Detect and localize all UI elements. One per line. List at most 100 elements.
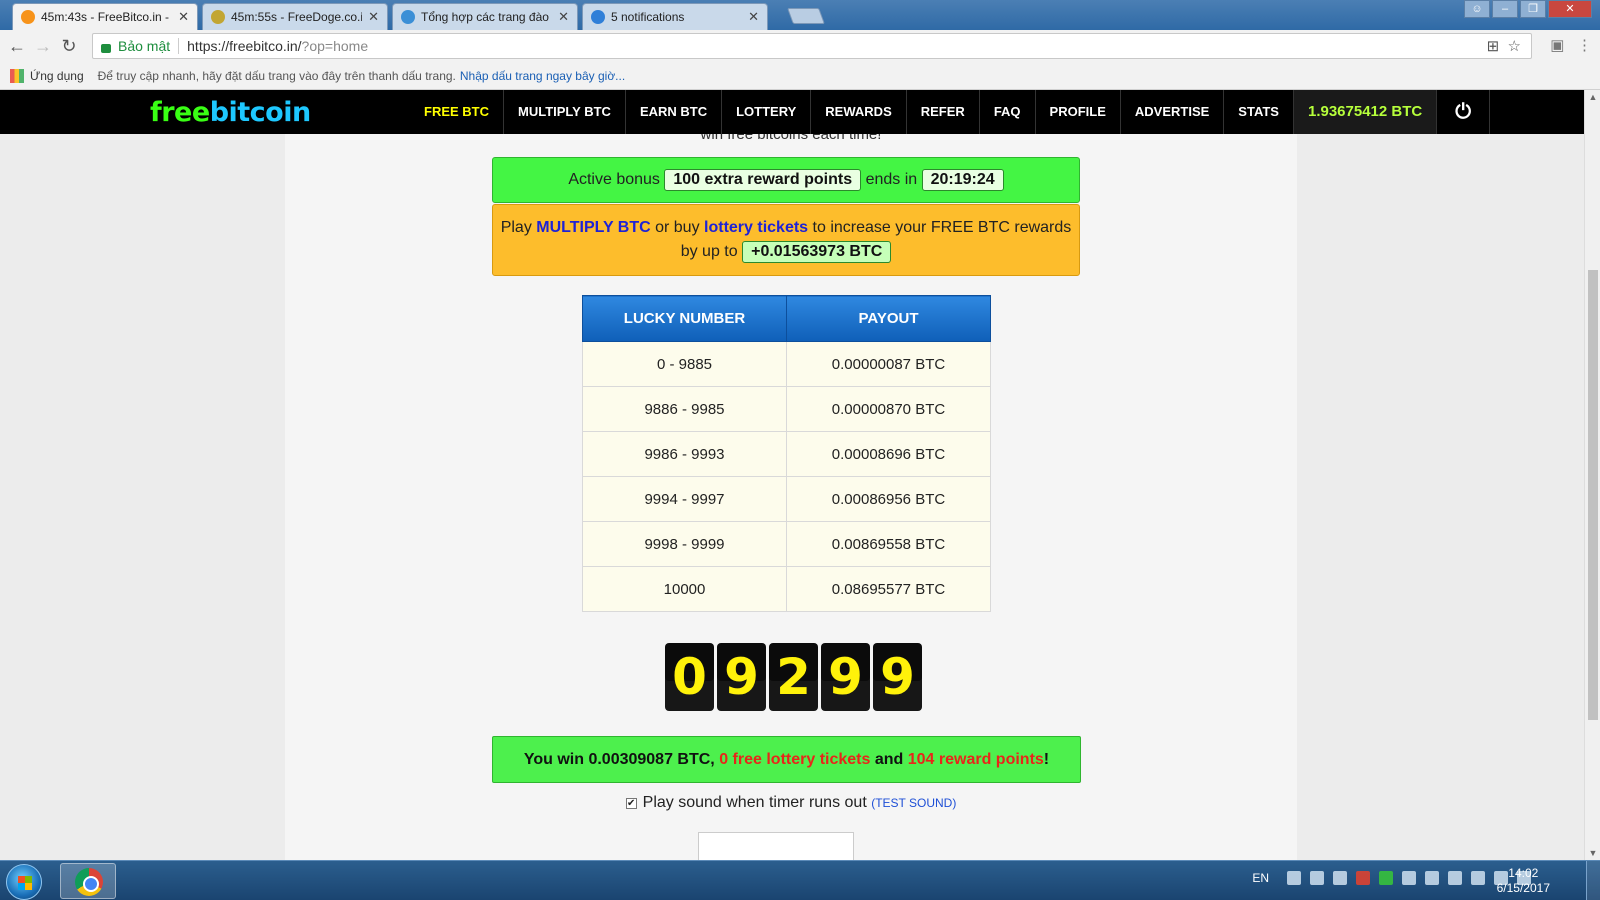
bookmark-star-icon[interactable]: ☆ [1508, 38, 1521, 55]
multiply-btc-link[interactable]: MULTIPLY BTC [536, 219, 650, 236]
menu-advertise[interactable]: ADVERTISE [1121, 90, 1225, 134]
url-text[interactable]: https://freebitco.in/?op=home [187, 38, 368, 54]
windows-taskbar: EN 14:02 6/15/2017 [0, 860, 1600, 900]
win-amount: You win 0.00309087 BTC, [523, 751, 715, 768]
roll-digit: 9 [717, 643, 766, 711]
new-tab-button[interactable] [787, 8, 825, 24]
power-plug-icon[interactable] [1471, 871, 1485, 885]
tab-freedoge[interactable]: 45m:55s - FreeDoge.co.ir ✕ [202, 3, 388, 30]
translate-icon[interactable]: ⊞ [1487, 38, 1500, 55]
close-tab-icon[interactable]: ✕ [178, 9, 189, 25]
menu-lottery[interactable]: LOTTERY [722, 90, 812, 134]
clock-app-icon[interactable] [1333, 871, 1347, 885]
payout-value: 0.08695577 BTC [786, 566, 991, 612]
apps-grid-icon[interactable] [10, 68, 24, 83]
taskbar-chrome-button[interactable] [60, 863, 116, 899]
menu-free-btc[interactable]: FREE BTC [410, 90, 504, 134]
lock-icon [101, 43, 111, 53]
table-row: 10000 0.08695577 BTC [582, 566, 991, 612]
apps-link[interactable]: Ứng dụng [30, 69, 84, 83]
camera-icon[interactable]: ▣ [1550, 37, 1564, 54]
clock-date: 6/15/2017 [1496, 881, 1550, 895]
menu-dots-icon[interactable]: ⋮ [1577, 37, 1592, 54]
network-app-icon[interactable] [1402, 871, 1416, 885]
close-tab-icon[interactable]: ✕ [368, 9, 379, 25]
bonus-middle: ends in [865, 171, 918, 188]
import-bookmarks-link[interactable]: Nhập dấu trang ngay bây giờ... [460, 69, 625, 83]
bookmarks-bar: Ứng dụng Để truy cập nhanh, hãy đặt dấu … [0, 62, 1600, 90]
show-desktop-button[interactable] [1586, 861, 1600, 900]
monitor-icon[interactable] [1448, 871, 1462, 885]
win-suffix: ! [1043, 751, 1050, 768]
logo-bitcoin: bitcoin [209, 97, 312, 128]
sync-icon[interactable] [1425, 871, 1439, 885]
secure-label: Bảo mật [118, 38, 171, 54]
table-row: 0 - 9885 0.00000087 BTC [582, 341, 991, 387]
play-sound-label: Play sound when timer runs out [642, 794, 867, 811]
action-center-icon[interactable] [1287, 871, 1301, 885]
scroll-down-icon[interactable]: ▼ [1585, 848, 1600, 858]
close-window-icon[interactable]: ✕ [1548, 0, 1592, 18]
lucky-range: 9994 - 9997 [582, 476, 787, 522]
close-tab-icon[interactable]: ✕ [748, 9, 759, 25]
green-app-icon[interactable] [1379, 871, 1393, 885]
tab-title: 45m:43s - FreeBitco.in - \ [41, 10, 173, 24]
menu-rewards[interactable]: REWARDS [811, 90, 907, 134]
reload-icon[interactable]: ↻ [56, 36, 82, 57]
taskbar-clock[interactable]: 14:02 6/15/2017 [1497, 866, 1550, 896]
table-row: 9986 - 9993 0.00008696 BTC [582, 431, 991, 477]
roll-digit: 0 [665, 643, 714, 711]
start-button[interactable] [6, 864, 42, 900]
toolbar-extras: ▣ ⋮ [1550, 36, 1592, 54]
payout-value: 0.00869558 BTC [786, 521, 991, 567]
forward-arrow-icon[interactable]: → [30, 36, 56, 57]
freebitcoin-logo[interactable]: freebitcoin [150, 97, 311, 128]
keyboard-icon[interactable] [1310, 871, 1324, 885]
menu-stats[interactable]: STATS [1224, 90, 1294, 134]
table-row: 9998 - 9999 0.00869558 BTC [582, 521, 991, 567]
power-logout-icon[interactable]: ⏻ [1437, 90, 1491, 134]
test-sound-link[interactable]: (TEST SOUND) [871, 796, 956, 810]
minimize-icon[interactable]: – [1492, 0, 1518, 18]
table-row: 9994 - 9997 0.00086956 BTC [582, 476, 991, 522]
address-bar[interactable]: Bảo mật https://freebitco.in/?op=home ⊞ … [92, 33, 1532, 59]
back-arrow-icon[interactable]: ← [4, 36, 30, 57]
window-controls: ☺ – ❐ ✕ [1462, 0, 1592, 18]
menu-refer[interactable]: REFER [907, 90, 980, 134]
lucky-range: 10000 [582, 566, 787, 612]
main-content: win free bitcoins each time! Active bonu… [285, 90, 1297, 860]
lucky-range: 0 - 9885 [582, 341, 787, 387]
tab-notifications[interactable]: 5 notifications ✕ [582, 3, 768, 30]
win-points: 104 reward points [907, 751, 1044, 768]
close-tab-icon[interactable]: ✕ [558, 9, 569, 25]
header-payout: PAYOUT [786, 295, 991, 342]
url-host: https://freebitco.in/ [187, 38, 302, 54]
scroll-up-icon[interactable]: ▲ [1585, 92, 1600, 102]
language-indicator[interactable]: EN [1252, 871, 1269, 885]
scrollbar-thumb[interactable] [1588, 270, 1598, 720]
lottery-tickets-link[interactable]: lottery tickets [704, 219, 808, 236]
menu-profile[interactable]: PROFILE [1036, 90, 1121, 134]
balance-display: 1.93675412 BTC [1293, 90, 1438, 134]
tab-title: Tổng hợp các trang đào [421, 10, 549, 24]
page-scrollbar[interactable]: ▲ ▼ [1584, 90, 1600, 860]
lucky-range: 9998 - 9999 [582, 521, 787, 567]
roll-button-partial[interactable] [698, 832, 854, 860]
roll-digit: 9 [873, 643, 922, 711]
site-favicon-icon [401, 10, 415, 24]
restore-icon[interactable]: ❐ [1520, 0, 1546, 18]
bonus-badge: 100 extra reward points [664, 169, 862, 191]
menu-earn-btc[interactable]: EARN BTC [626, 90, 723, 134]
site-navbar: freebitcoin FREE BTC MULTIPLY BTC EARN B… [0, 90, 1584, 134]
menu-multiply-btc[interactable]: MULTIPLY BTC [504, 90, 626, 134]
vivaldi-icon[interactable] [1356, 871, 1370, 885]
promo-text: Play [500, 219, 532, 236]
sound-option: ✔ Play sound when timer runs out (TEST SO… [285, 794, 1297, 812]
user-icon[interactable]: ☺ [1464, 0, 1490, 18]
menu-faq[interactable]: FAQ [980, 90, 1036, 134]
play-sound-checkbox[interactable]: ✔ [625, 798, 637, 809]
payout-value: 0.00008696 BTC [786, 431, 991, 477]
tab-freebitcoin[interactable]: 45m:43s - FreeBitco.in - \ ✕ [12, 3, 198, 30]
win-and: and [874, 751, 904, 768]
tab-tong-hop[interactable]: Tổng hợp các trang đào ✕ [392, 3, 578, 30]
